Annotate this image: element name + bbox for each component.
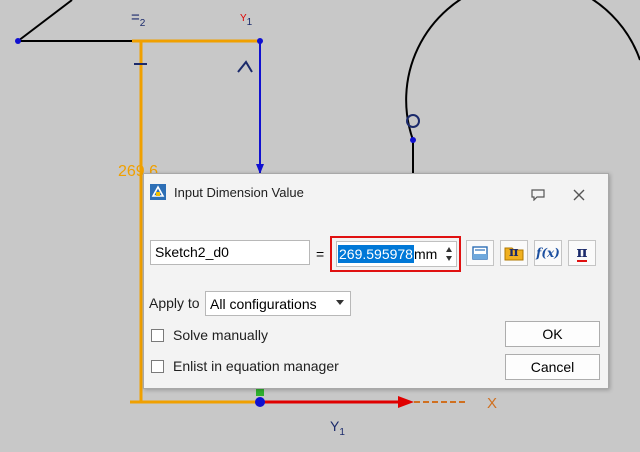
dimension-name-input[interactable]: Sketch2_d0 (150, 240, 310, 265)
apply-to-label: Apply to (149, 295, 200, 311)
help-icon[interactable] (531, 189, 545, 201)
perpendicular-marker (237, 60, 253, 73)
spin-arrows-icon[interactable] (444, 244, 454, 264)
enlist-equation-label[interactable]: Enlist in equation manager (173, 358, 339, 374)
origin-point (255, 397, 265, 407)
equal-relation-marker[interactable]: =2 (131, 9, 145, 29)
dialog-title: Input Dimension Value (174, 185, 304, 200)
apply-to-value: All configurations (210, 296, 317, 312)
x-axis-label: X (487, 395, 498, 412)
enlist-equation-option[interactable]: Enlist in equation manager (151, 357, 339, 375)
sketch-arc (405, 0, 640, 141)
apply-to-select[interactable]: All configurations (205, 291, 351, 316)
equal-relation-index: 2 (139, 18, 146, 29)
y-axis-top-symbol: Y (240, 13, 247, 24)
pi-icon: π (576, 242, 588, 262)
unit-label: mm (414, 246, 438, 262)
y-axis-bottom-index: 1 (339, 426, 345, 438)
enlist-equation-checkbox[interactable] (151, 359, 164, 373)
measure-icon (472, 246, 488, 260)
measure-button[interactable] (466, 240, 494, 266)
sketch-point (15, 38, 21, 44)
input-dimension-dialog: Input Dimension Value Sketch2_d0 = 269.5… (143, 173, 609, 389)
pi-button[interactable]: π (568, 240, 596, 266)
sketch-point (257, 38, 263, 44)
function-button[interactable]: f(x) (534, 240, 562, 266)
equal-relation-symbol: = (131, 9, 140, 26)
sketch-point (410, 137, 416, 143)
dimension-value-input[interactable]: 269.595978 mm (336, 241, 457, 267)
origin-marker (256, 388, 264, 396)
close-icon[interactable] (572, 188, 586, 202)
solve-manually-label[interactable]: Solve manually (173, 327, 268, 343)
x-axis-arrow (398, 396, 414, 408)
dimension-app-icon (150, 184, 166, 200)
chevron-down-icon (336, 300, 344, 305)
sketch-line-diagonal (17, 0, 73, 42)
y-axis-top-index: 1 (246, 16, 253, 28)
value-focus-frame: 269.595978 mm (330, 236, 461, 272)
dimension-value-text[interactable]: 269.595978 (338, 245, 414, 263)
y-axis-marker-top[interactable]: Y1 (240, 8, 252, 28)
equals-sign: = (316, 246, 325, 262)
function-icon: f(x) (536, 246, 560, 260)
ok-button[interactable]: OK (505, 321, 600, 347)
cancel-button[interactable]: Cancel (505, 354, 600, 380)
y-axis-bottom-symbol: Y (330, 418, 340, 434)
solve-manually-checkbox[interactable] (151, 328, 164, 342)
y-axis-marker-bottom[interactable]: Y1 (330, 418, 345, 438)
solve-manually-option[interactable]: Solve manually (151, 326, 268, 344)
folder-pi-label: π (509, 245, 519, 260)
variable-button[interactable]: π (500, 240, 528, 266)
